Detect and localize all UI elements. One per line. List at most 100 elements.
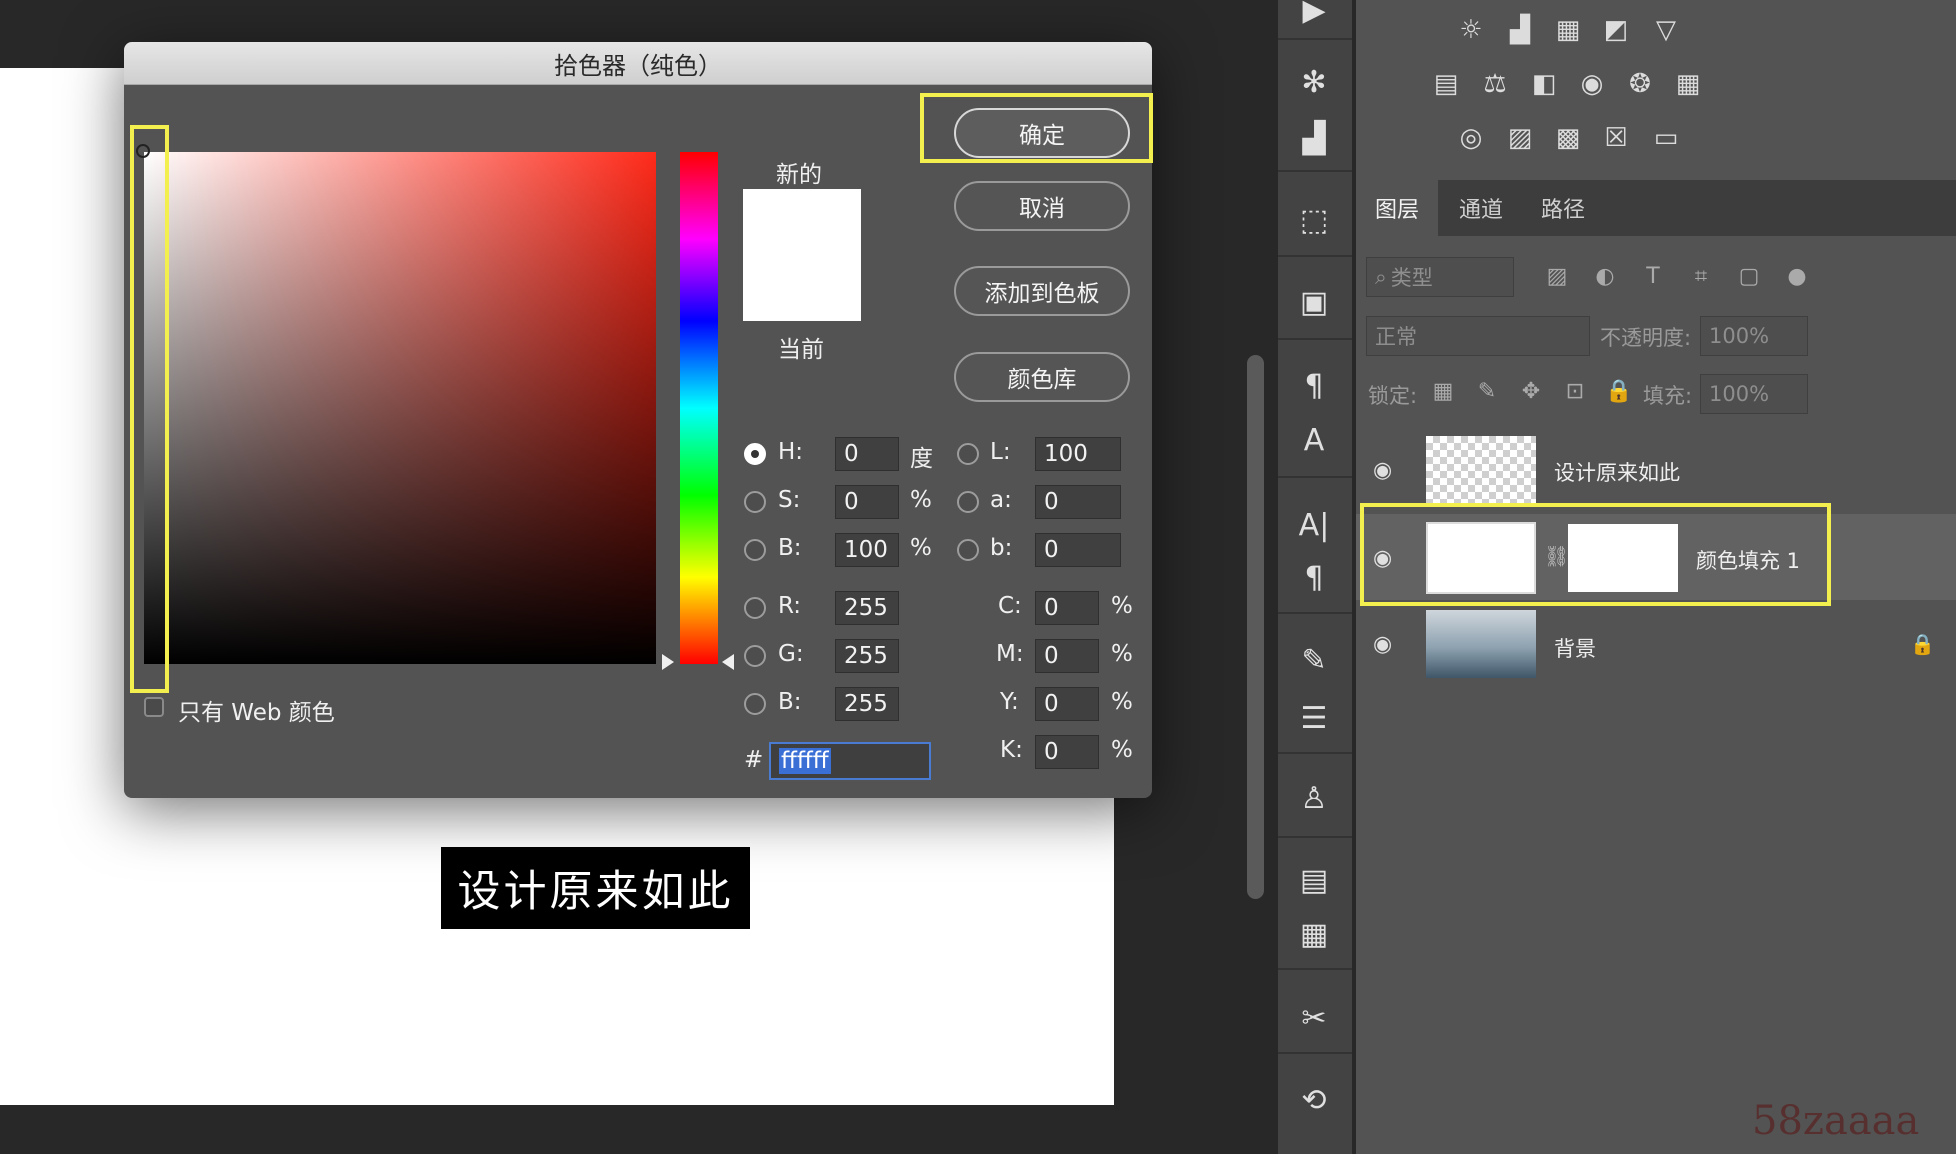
brightness-label: B: (778, 535, 802, 561)
b-channel-radio[interactable] (957, 539, 979, 561)
3d-cube-icon[interactable]: ⬚ (1292, 200, 1336, 240)
share-icon[interactable]: ⟲ (1292, 1080, 1336, 1120)
vertical-scrollbar[interactable] (1247, 355, 1264, 899)
brightness-field[interactable]: 100 (835, 533, 899, 567)
color-balance-icon[interactable]: ⚖ (1477, 66, 1513, 102)
exposure-icon[interactable]: ◩ (1598, 12, 1634, 48)
brightness-contrast-icon[interactable]: ☼ (1453, 12, 1489, 48)
filter-toggle-icon[interactable]: ● (1780, 259, 1814, 293)
brush-settings-icon[interactable]: ☰ (1292, 698, 1336, 738)
green-field[interactable]: 255 (835, 639, 899, 673)
saturation-brightness-field[interactable] (144, 152, 656, 664)
black-white-icon[interactable]: ◧ (1526, 66, 1562, 102)
curves-icon[interactable]: ▦ (1550, 12, 1586, 48)
character-style-icon[interactable]: A (1292, 420, 1336, 460)
a-channel-field[interactable]: 0 (1035, 485, 1121, 519)
green-radio[interactable] (744, 645, 766, 667)
fill-field[interactable]: 100% (1700, 374, 1808, 414)
brightness-radio[interactable] (744, 539, 766, 561)
blend-mode-select[interactable]: 正常 (1366, 316, 1590, 356)
tab-paths[interactable]: 路径 (1524, 180, 1602, 236)
notes-icon[interactable]: ▤ (1292, 860, 1336, 900)
tab-channels[interactable]: 通道 (1442, 180, 1520, 236)
filter-pixel-icon[interactable]: ▨ (1540, 259, 1574, 293)
layer-name[interactable]: 背景 (1554, 633, 1596, 663)
clone-source-icon[interactable]: ♙ (1292, 778, 1336, 818)
blue-radio[interactable] (744, 693, 766, 715)
magenta-field[interactable]: 0 (1035, 639, 1099, 673)
posterize-icon[interactable]: ▨ (1502, 120, 1538, 156)
hue-saturation-icon[interactable]: ▤ (1428, 66, 1464, 102)
photo-filter-icon[interactable]: ◉ (1574, 66, 1610, 102)
hex-field[interactable]: ffffff (769, 742, 931, 780)
vibrance-icon[interactable]: ▽ (1648, 12, 1684, 48)
play-icon[interactable]: ▶ (1292, 0, 1336, 30)
hue-slider-right-handle-icon[interactable] (722, 654, 734, 670)
red-radio[interactable] (744, 597, 766, 619)
filter-smart-object-icon[interactable]: ▢ (1732, 259, 1766, 293)
lock-transparency-icon[interactable]: ▦ (1426, 374, 1460, 408)
hex-value: ffffff (779, 748, 831, 774)
b-channel-field[interactable]: 0 (1035, 533, 1121, 567)
add-to-swatches-button[interactable]: 添加到色板 (954, 266, 1130, 316)
hex-prefix: # (744, 747, 764, 773)
lightness-radio[interactable] (957, 443, 979, 465)
lock-icon[interactable]: 🔒 (1910, 632, 1935, 656)
red-label: R: (778, 593, 802, 619)
tools-icon[interactable]: ✂ (1292, 998, 1336, 1038)
lock-all-icon[interactable]: 🔒 (1602, 374, 1636, 408)
search-icon: ⌕ (1375, 264, 1387, 289)
lock-position-icon[interactable]: ✥ (1514, 374, 1548, 408)
threshold-icon[interactable]: ▩ (1550, 120, 1586, 156)
filter-type-icon[interactable]: T (1636, 259, 1670, 293)
lock-artboard-icon[interactable]: ⊡ (1558, 374, 1592, 408)
filter-shape-icon[interactable]: ⌗ (1684, 259, 1718, 293)
snowflake-icon[interactable]: ✻ (1292, 62, 1336, 102)
hue-slider-left-handle-icon[interactable] (662, 654, 674, 670)
channel-mixer-icon[interactable]: ❂ (1622, 66, 1658, 102)
yellow-field[interactable]: 0 (1035, 687, 1099, 721)
toolbar-divider (1278, 752, 1352, 754)
brightness-unit: % (910, 535, 932, 561)
cancel-button[interactable]: 取消 (954, 181, 1130, 231)
cyan-field[interactable]: 0 (1035, 591, 1099, 625)
levels-icon[interactable]: ▟ (1502, 12, 1538, 48)
magenta-label: M: (996, 641, 1024, 667)
gradient-map-icon[interactable]: ▭ (1648, 120, 1684, 156)
key-black-field[interactable]: 0 (1035, 735, 1099, 769)
tab-layers[interactable]: 图层 (1356, 180, 1438, 236)
selective-color-icon[interactable]: ☒ (1598, 120, 1634, 156)
character-icon[interactable]: A| (1292, 505, 1336, 545)
opacity-field[interactable]: 100% (1700, 316, 1808, 356)
paragraph-style-icon[interactable]: ¶ (1292, 366, 1336, 406)
filter-adjustment-icon[interactable]: ◐ (1588, 259, 1622, 293)
color-libraries-button[interactable]: 颜色库 (954, 352, 1130, 402)
lock-pixels-icon[interactable]: ✎ (1470, 374, 1504, 408)
color-field-edge-highlight (130, 125, 169, 693)
hue-slider[interactable] (680, 152, 718, 664)
blue-field[interactable]: 255 (835, 687, 899, 721)
canvas-text-layer: 设计原来如此 (441, 847, 750, 929)
visibility-eye-icon[interactable]: ◉ (1373, 632, 1401, 657)
layer-filter-select[interactable]: ⌕ 类型 (1366, 257, 1514, 297)
brush-presets-icon[interactable]: ✎ (1292, 640, 1336, 680)
paragraph-icon[interactable]: ¶ (1292, 558, 1336, 598)
saturation-radio[interactable] (744, 491, 766, 513)
red-field[interactable]: 255 (835, 591, 899, 625)
histogram-icon[interactable]: ▟ (1292, 118, 1336, 158)
visibility-eye-icon[interactable]: ◉ (1373, 458, 1401, 483)
hue-radio[interactable] (744, 443, 766, 465)
hue-field[interactable]: 0 (835, 437, 899, 471)
layer-name[interactable]: 设计原来如此 (1554, 457, 1680, 487)
web-colors-only-checkbox[interactable] (144, 697, 164, 717)
blue-label: B: (778, 689, 802, 715)
current-color-swatch[interactable] (743, 255, 861, 321)
invert-icon[interactable]: ◎ (1453, 120, 1489, 156)
lightness-field[interactable]: 100 (1035, 437, 1121, 471)
saturation-field[interactable]: 0 (835, 485, 899, 519)
properties-icon[interactable]: ▦ (1292, 914, 1336, 954)
color-lookup-icon[interactable]: ▦ (1670, 66, 1706, 102)
artboard-icon[interactable]: ▣ (1292, 282, 1336, 322)
saturation-label: S: (778, 487, 801, 513)
a-channel-radio[interactable] (957, 491, 979, 513)
